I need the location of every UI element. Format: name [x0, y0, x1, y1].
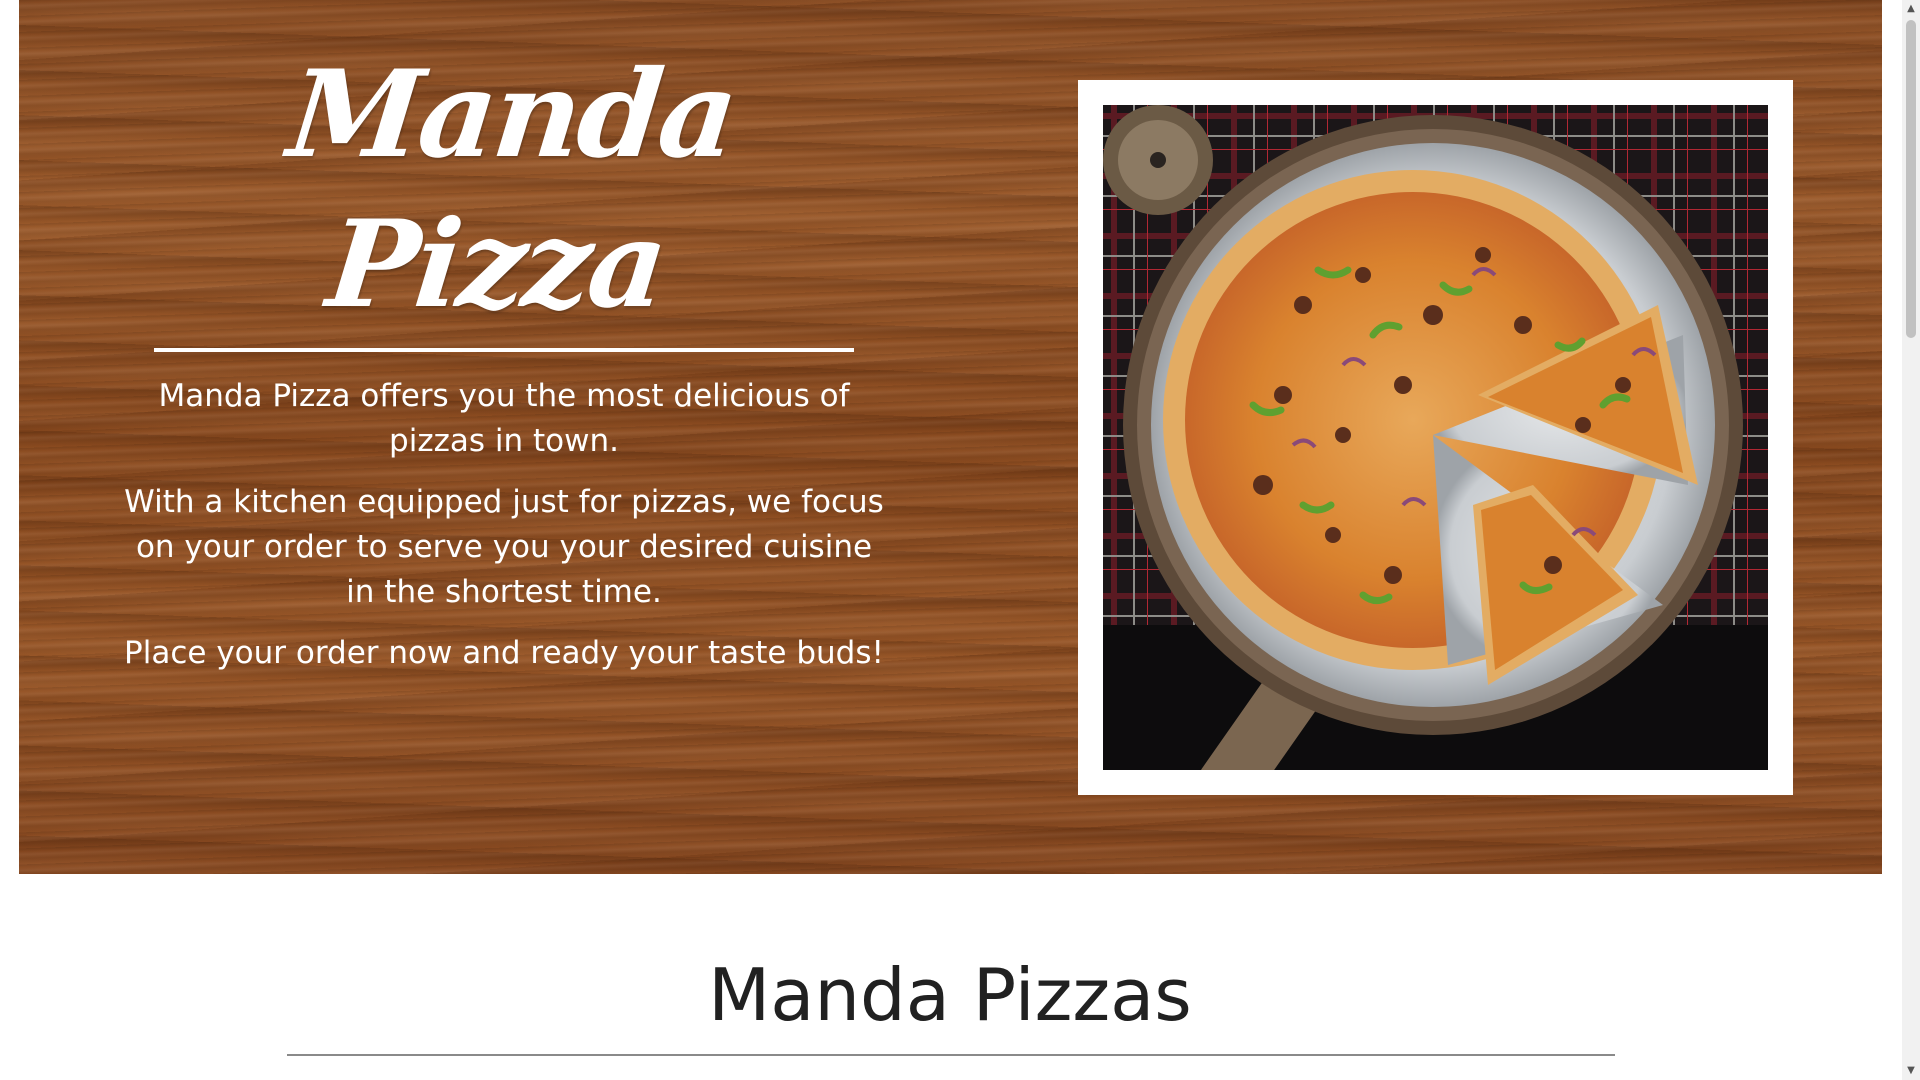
- menu-section-title: Manda Pizzas: [708, 953, 1192, 1037]
- brand-logo-title: Manda Pizza: [282, 44, 742, 335]
- hero-description: Manda Pizza offers you the most deliciou…: [119, 374, 889, 676]
- pizza-photo: [1103, 105, 1768, 770]
- scroll-up-arrow-icon[interactable]: ▲: [1902, 0, 1920, 18]
- scroll-down-arrow-icon[interactable]: ▼: [1902, 1062, 1920, 1080]
- hero-paragraph-order-cta: Place your order now and ready your tast…: [124, 635, 884, 671]
- title-divider: [154, 348, 854, 352]
- vertical-scrollbar[interactable]: ▲ ▼: [1902, 0, 1920, 1080]
- hero-paragraph-kitchen: With a kitchen equipped just for pizzas,…: [124, 484, 884, 610]
- hero-paragraph-intro: Manda Pizza offers you the most deliciou…: [158, 378, 850, 459]
- pizza-photo-frame: [1078, 80, 1793, 795]
- page-left-margin: [0, 0, 19, 1080]
- hero-intro: Manda Pizza Manda Pizza offers you the m…: [119, 40, 889, 676]
- pizza-illustration: [1103, 105, 1768, 770]
- scrollbar-thumb[interactable]: [1906, 20, 1916, 338]
- hero-banner: Manda Pizza Manda Pizza offers you the m…: [19, 0, 1882, 874]
- section-divider: [287, 1054, 1615, 1056]
